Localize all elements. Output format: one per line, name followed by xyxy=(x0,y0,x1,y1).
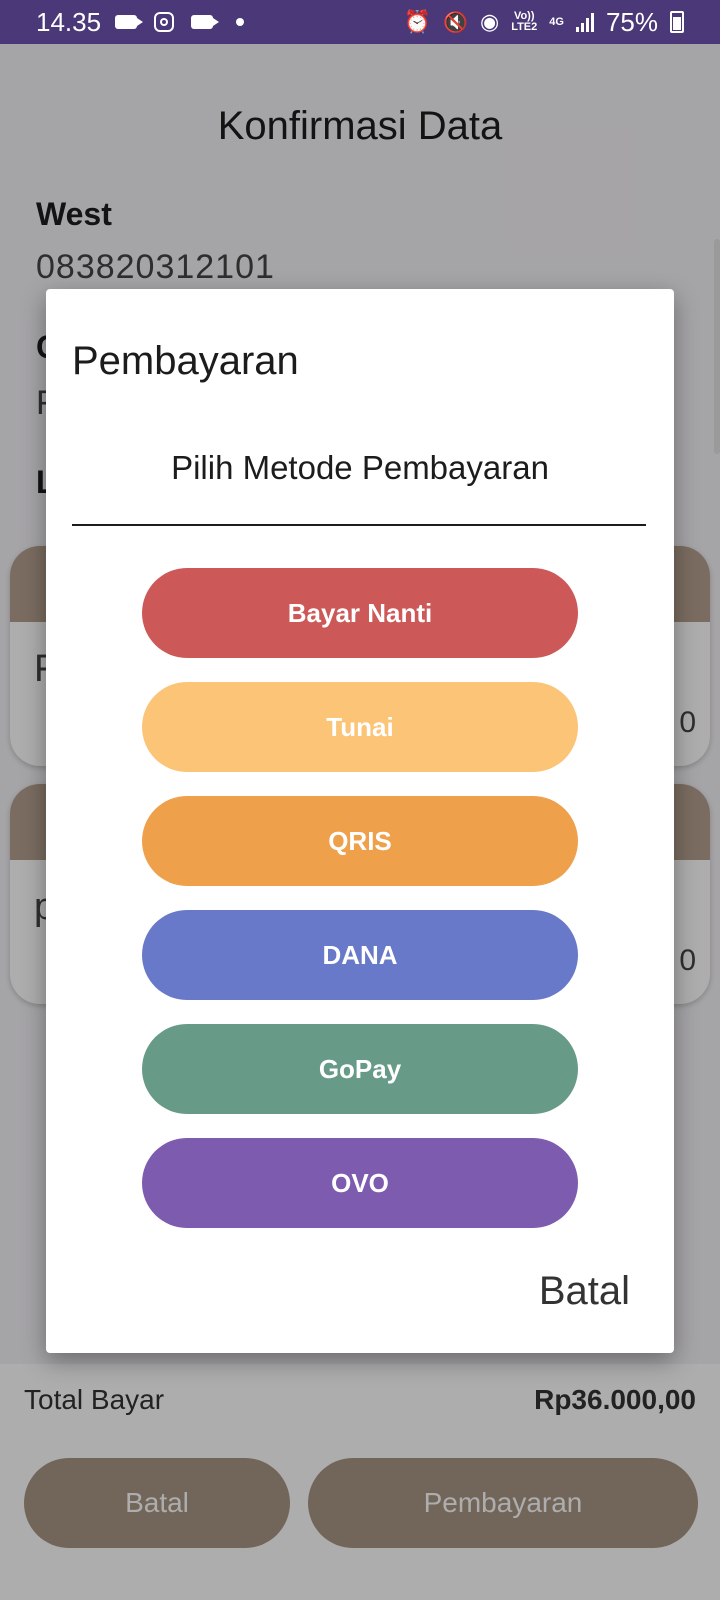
ovo-button[interactable]: OVO xyxy=(142,1138,578,1228)
battery-percent: 75% xyxy=(605,6,658,37)
divider xyxy=(72,524,646,526)
qris-button[interactable]: QRIS xyxy=(142,796,578,886)
gopay-button[interactable]: GoPay xyxy=(142,1024,578,1114)
status-bar: 14.35 ⏰ 🔇 ◉ Vo)) LTE2 4G 75% xyxy=(0,0,720,44)
dialog-subtitle: Pilih Metode Pembayaran xyxy=(171,449,549,486)
instagram-icon xyxy=(151,11,177,33)
alarm-icon: ⏰ xyxy=(403,9,432,34)
video-camera-icon xyxy=(189,11,220,33)
dana-button[interactable]: DANA xyxy=(142,910,578,1000)
mute-icon: 🔇 xyxy=(443,11,468,34)
dialog-title: Pembayaran xyxy=(72,339,299,383)
volte-indicator: Vo)) LTE2 xyxy=(511,10,538,33)
network-type-indicator: 4G xyxy=(549,15,564,28)
cash-button[interactable]: Tunai xyxy=(142,682,578,772)
battery-icon xyxy=(670,11,684,33)
payment-dialog: Pembayaran Pilih Metode Pembayaran Bayar… xyxy=(46,289,674,1353)
hotspot-icon: ◉ xyxy=(479,9,500,34)
status-time: 14.35 xyxy=(36,6,102,37)
video-camera-icon xyxy=(113,11,144,33)
signal-icon xyxy=(575,12,594,32)
dialog-cancel-button[interactable]: Batal xyxy=(539,1269,630,1314)
notification-dot-icon xyxy=(227,11,253,33)
pay-later-button[interactable]: Bayar Nanti xyxy=(142,568,578,658)
